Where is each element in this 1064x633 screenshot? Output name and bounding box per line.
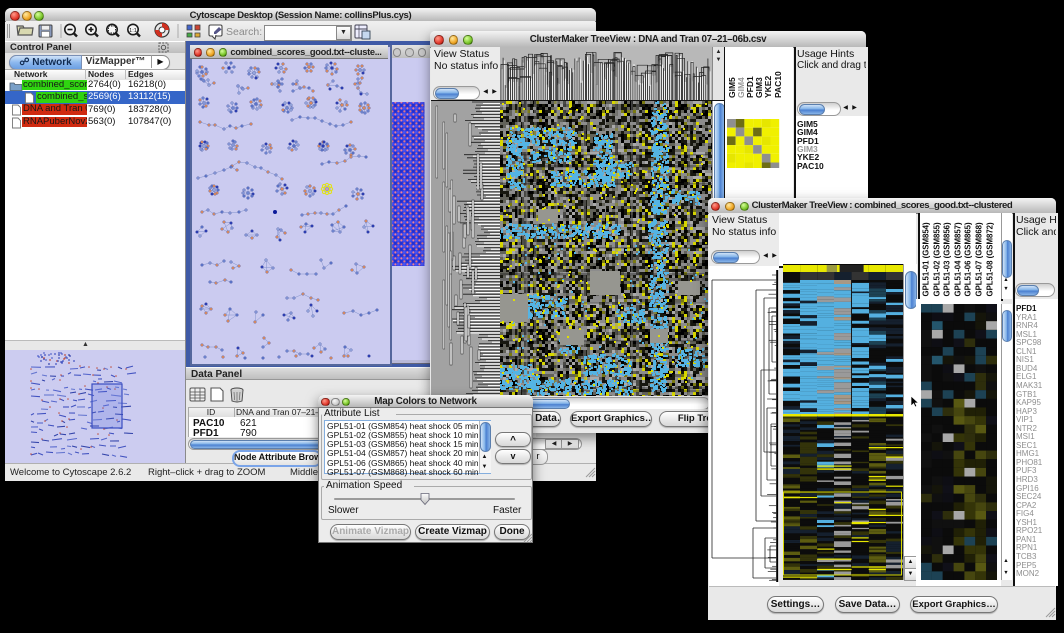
svg-text:1:1: 1:1	[129, 28, 137, 34]
